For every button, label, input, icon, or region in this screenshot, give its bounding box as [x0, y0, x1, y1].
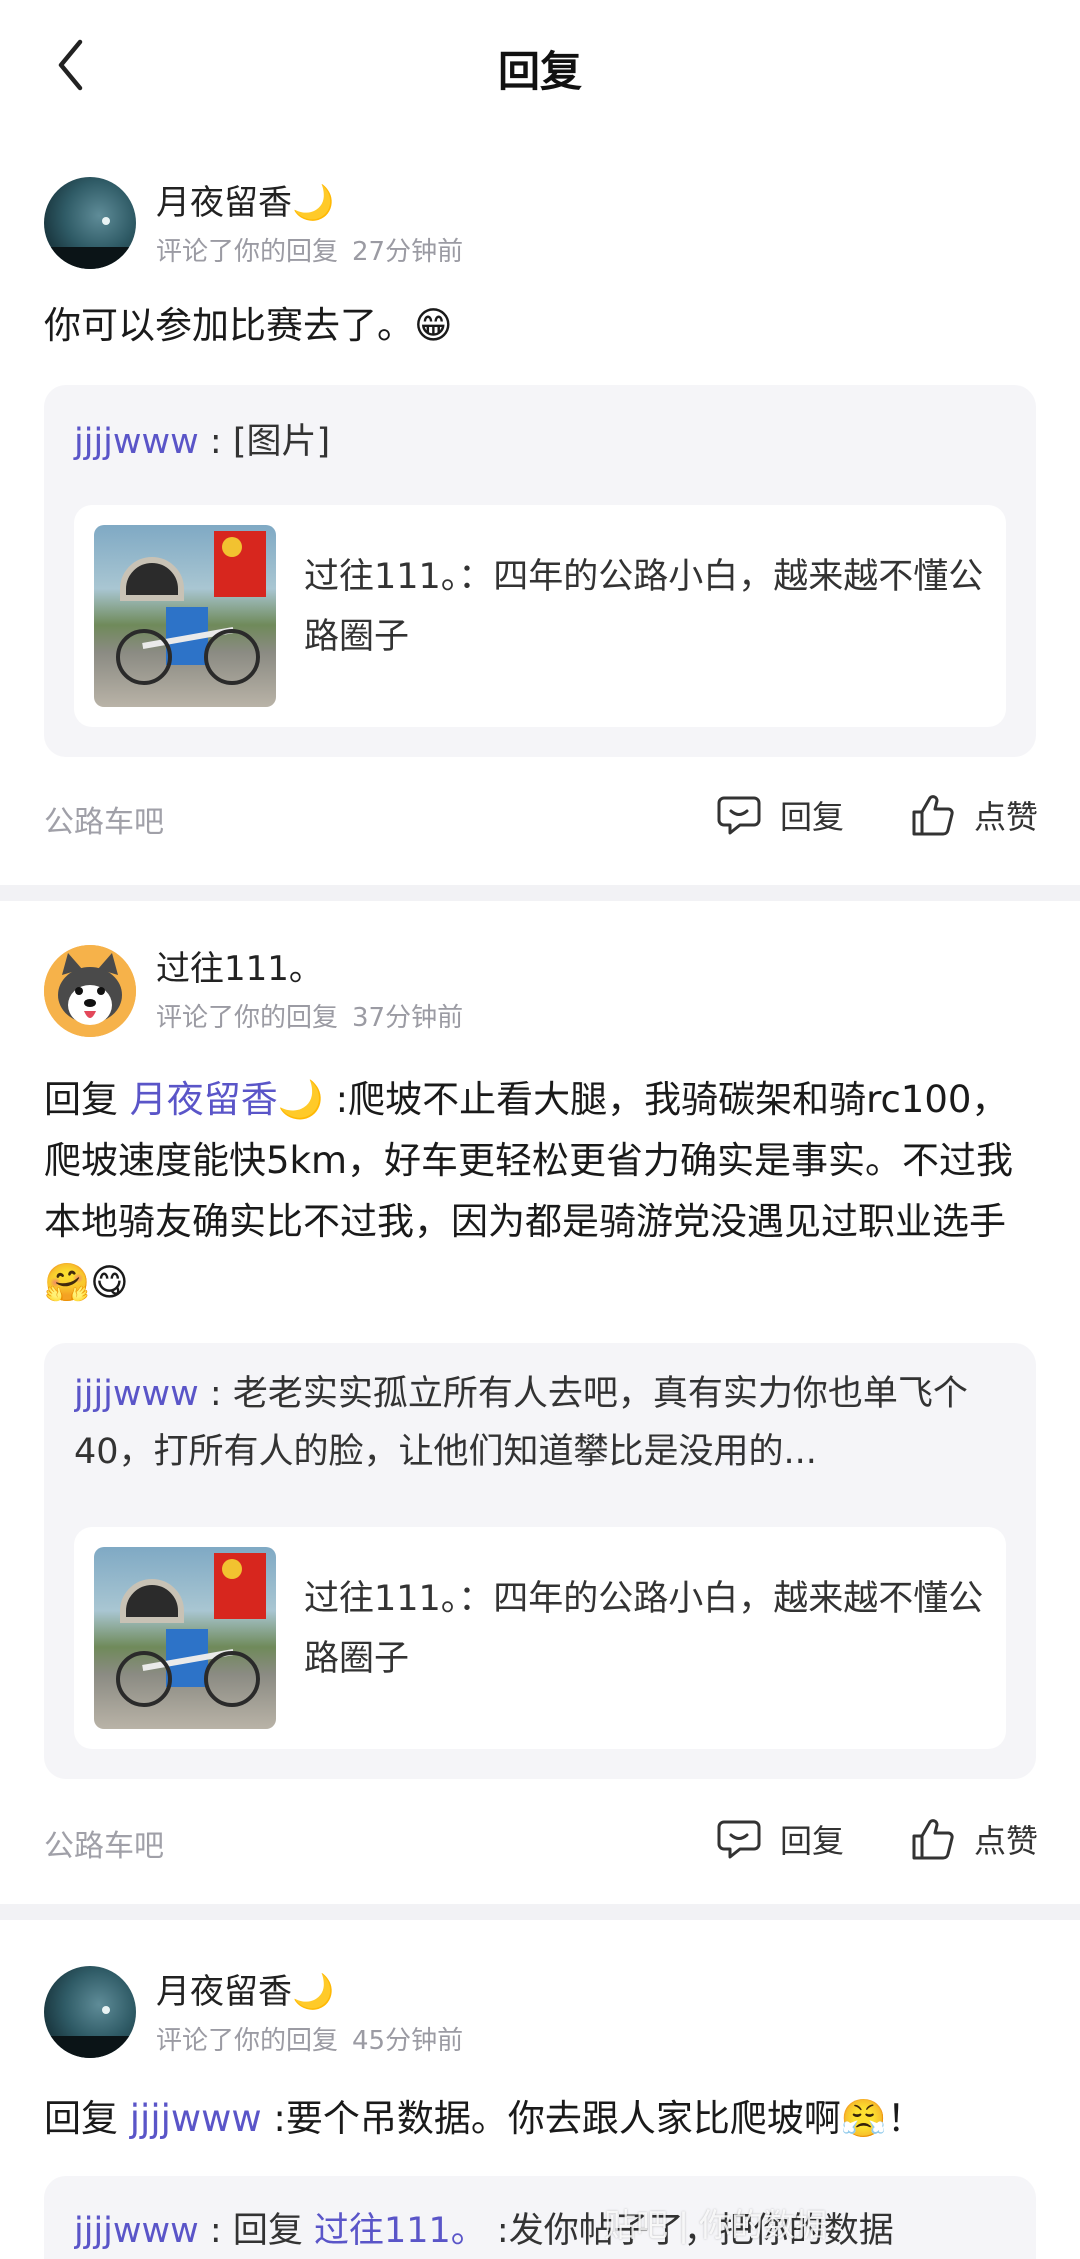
thumbs-up-icon [912, 795, 954, 836]
forum-name[interactable]: 公路车吧 [44, 797, 164, 841]
avatar[interactable] [44, 1966, 136, 2058]
quote-line: jjjjwww : 老老实实孤立所有人去吧，真有实力你也单飞个40，打所有人的脸… [74, 1374, 968, 1472]
watermark: 贴吧 | 你的数据 [604, 2206, 828, 2244]
post-thumbnail [94, 525, 276, 707]
avatar[interactable] [44, 945, 136, 1037]
post-thumbnail [94, 1547, 276, 1729]
husky-avatar-icon [44, 945, 136, 1037]
post-title: 过往111。：四年的公路小白，越来越不懂公路圈子 [304, 557, 984, 657]
timestamp: 45分钟前 [352, 2026, 464, 2056]
action-text: 评论了你的回复 [156, 1003, 339, 1033]
avatar[interactable] [44, 177, 136, 269]
forum-name[interactable]: 公路车吧 [44, 1821, 164, 1865]
like-button[interactable]: 点赞 [910, 1809, 1038, 1869]
original-post-card[interactable]: 过往111。：四年的公路小白，越来越不懂公路圈子 [74, 505, 1006, 727]
comment-meta: 评论了你的回复 45分钟前 [156, 2020, 463, 2057]
notification-card[interactable]: 月夜留香🌙 评论了你的回复 27分钟前 你可以参加比赛去了。😁 jjjjwww :… [0, 135, 1080, 883]
mention-link[interactable]: 月夜留香🌙 [130, 1078, 324, 1121]
comment-text[interactable]: 回复 月夜留香🌙 :爬坡不止看大腿，我骑碳架和骑rc100，爬坡速度能快5km，… [44, 1069, 1036, 1313]
card-footer: 公路车吧 回复 点赞 [0, 785, 1080, 845]
post-title: 过往111。：四年的公路小白，越来越不懂公路圈子 [304, 1579, 984, 1679]
quote-username[interactable]: jjjjwww [74, 422, 199, 462]
quoted-reply[interactable]: jjjjwww : 老老实实孤立所有人去吧，真有实力你也单飞个40，打所有人的脸… [44, 1343, 1036, 1779]
top-bar: 回复 [0, 0, 1080, 135]
card-footer: 公路车吧 回复 点赞 [0, 1809, 1080, 1869]
username[interactable]: 过往111。 [156, 941, 323, 990]
timestamp: 37分钟前 [352, 1003, 464, 1033]
username[interactable]: 月夜留香🌙 [156, 1964, 334, 2013]
quote-line: jjjjwww : [图片] [74, 422, 331, 462]
quoted-reply[interactable]: jjjjwww : 回复 过往111。 :发你帖子了，把你的数据 [44, 2176, 1036, 2259]
notification-card[interactable]: 月夜留香🌙 评论了你的回复 45分钟前 回复 jjjjwww :要个吊数据。你去跟… [0, 1920, 1080, 2259]
comment-icon [717, 796, 761, 835]
quoted-reply[interactable]: jjjjwww : [图片] 过往111。：四年的公路小白，越来越不懂公路圈子 [44, 385, 1036, 757]
comment-meta: 评论了你的回复 27分钟前 [156, 231, 463, 268]
divider [0, 1904, 1080, 1920]
notification-card[interactable]: 过往111。 评论了你的回复 37分钟前 回复 月夜留香🌙 :爬坡不止看大腿，我骑… [0, 901, 1080, 1904]
mention-link[interactable]: 过往111。 [314, 2211, 486, 2251]
username[interactable]: 月夜留香🌙 [156, 175, 334, 224]
mention-link[interactable]: jjjjwww [130, 2097, 262, 2140]
comment-icon [717, 1820, 761, 1859]
action-text: 评论了你的回复 [156, 2026, 339, 2056]
quote-content: [图片] [232, 422, 331, 462]
quote-username[interactable]: jjjjwww [74, 2211, 199, 2251]
comment-text[interactable]: 你可以参加比赛去了。😁 [44, 295, 1036, 356]
action-text: 评论了你的回复 [156, 237, 339, 267]
like-button[interactable]: 点赞 [910, 785, 1038, 845]
reply-button[interactable]: 回复 [716, 785, 844, 845]
original-post-card[interactable]: 过往111。：四年的公路小白，越来越不懂公路圈子 [74, 1527, 1006, 1749]
quote-line: jjjjwww : 回复 过往111。 :发你帖子了，把你的数据 [74, 2211, 894, 2251]
reply-button[interactable]: 回复 [716, 1809, 844, 1869]
comment-text[interactable]: 回复 jjjjwww :要个吊数据。你去跟人家比爬坡啊😤！ [44, 2088, 1036, 2149]
page-title: 回复 [497, 47, 582, 96]
divider [0, 885, 1080, 901]
comment-meta: 评论了你的回复 37分钟前 [156, 997, 463, 1034]
thumbs-up-icon [912, 1819, 954, 1860]
quote-username[interactable]: jjjjwww [74, 1374, 199, 1414]
timestamp: 27分钟前 [352, 237, 464, 267]
